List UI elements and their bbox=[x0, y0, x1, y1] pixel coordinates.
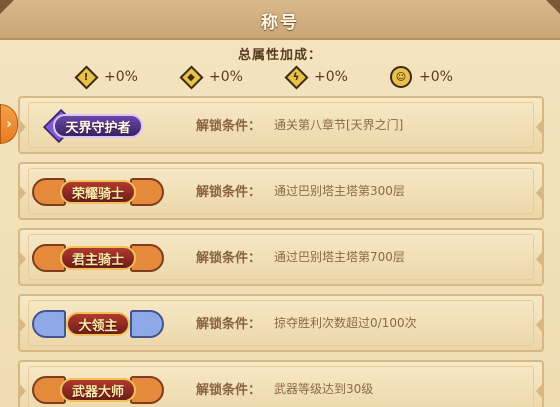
title-row[interactable]: 君主骑士 解锁条件： 通过巴别塔主塔第700层 bbox=[18, 228, 544, 286]
stat-value: +0% bbox=[104, 69, 138, 85]
unlock-label: 解锁条件： bbox=[196, 383, 262, 398]
badge-name: 荣耀骑士 bbox=[59, 180, 136, 204]
stat-value: +0% bbox=[314, 69, 348, 85]
stat-attack: ! +0% bbox=[73, 64, 179, 90]
badge-name: 天界守护者 bbox=[53, 114, 143, 138]
bonus-stats-row: ! +0% ◆ +0% ϟ +0% ☺ +0% bbox=[73, 64, 494, 90]
unlock-label: 解锁条件： bbox=[196, 251, 262, 266]
unlock-label: 解锁条件： bbox=[196, 317, 262, 332]
unlock-condition: 通过巴别塔主塔第700层 bbox=[274, 250, 405, 264]
title-panel: 称号 总属性加成： ! +0% ◆ +0% ϟ +0% ☺ +0% 天界守护者 … bbox=[0, 0, 560, 407]
unlock-label: 解锁条件： bbox=[196, 119, 262, 134]
stat-health: ☺ +0% bbox=[389, 64, 494, 90]
badge-name: 大领主 bbox=[66, 312, 130, 336]
title-row[interactable]: 荣耀骑士 解锁条件： 通过巴别塔主塔第300层 bbox=[18, 162, 544, 220]
panel-header: 称号 bbox=[0, 0, 560, 40]
defense-diamond-icon: ◆ bbox=[178, 64, 204, 90]
stat-value: +0% bbox=[419, 69, 453, 85]
badge-name: 武器大师 bbox=[59, 378, 136, 402]
wing-icon bbox=[130, 310, 164, 338]
title-badge: 天界守护者 bbox=[32, 108, 164, 144]
unlock-condition: 掠夺胜利次数超过0/100次 bbox=[274, 316, 417, 330]
attack-diamond-icon: ! bbox=[73, 64, 99, 90]
title-row[interactable]: 武器大师 解锁条件： 武器等级达到30级 bbox=[18, 360, 544, 407]
lightning-diamond-icon: ϟ bbox=[283, 64, 309, 90]
wing-icon bbox=[32, 310, 66, 338]
title-badge: 荣耀骑士 bbox=[32, 174, 164, 210]
unlock-condition: 通关第八章节[天界之门] bbox=[274, 118, 404, 132]
title-badge: 武器大师 bbox=[32, 372, 164, 407]
unlock-label: 解锁条件： bbox=[196, 185, 262, 200]
title-badge: 君主骑士 bbox=[32, 240, 164, 276]
title-row[interactable]: 天界守护者 解锁条件： 通关第八章节[天界之门] bbox=[18, 96, 544, 154]
title-badge: 大领主 bbox=[32, 306, 164, 342]
unlock-condition: 通过巴别塔主塔第300层 bbox=[274, 184, 405, 198]
badge-name: 君主骑士 bbox=[59, 246, 136, 270]
unlock-condition: 武器等级达到30级 bbox=[274, 382, 374, 396]
stat-speed: ϟ +0% bbox=[283, 64, 389, 90]
title-row[interactable]: 大领主 解锁条件： 掠夺胜利次数超过0/100次 bbox=[18, 294, 544, 352]
total-bonus-title: 总属性加成： bbox=[237, 48, 322, 63]
title-list[interactable]: 天界守护者 解锁条件： 通关第八章节[天界之门] 荣耀骑士 解锁条件： 通过巴别… bbox=[0, 96, 560, 407]
stat-value: +0% bbox=[209, 69, 243, 85]
panel-title: 称号 bbox=[261, 13, 299, 33]
stat-defense: ◆ +0% bbox=[178, 64, 284, 90]
health-round-icon: ☺ bbox=[389, 65, 413, 89]
